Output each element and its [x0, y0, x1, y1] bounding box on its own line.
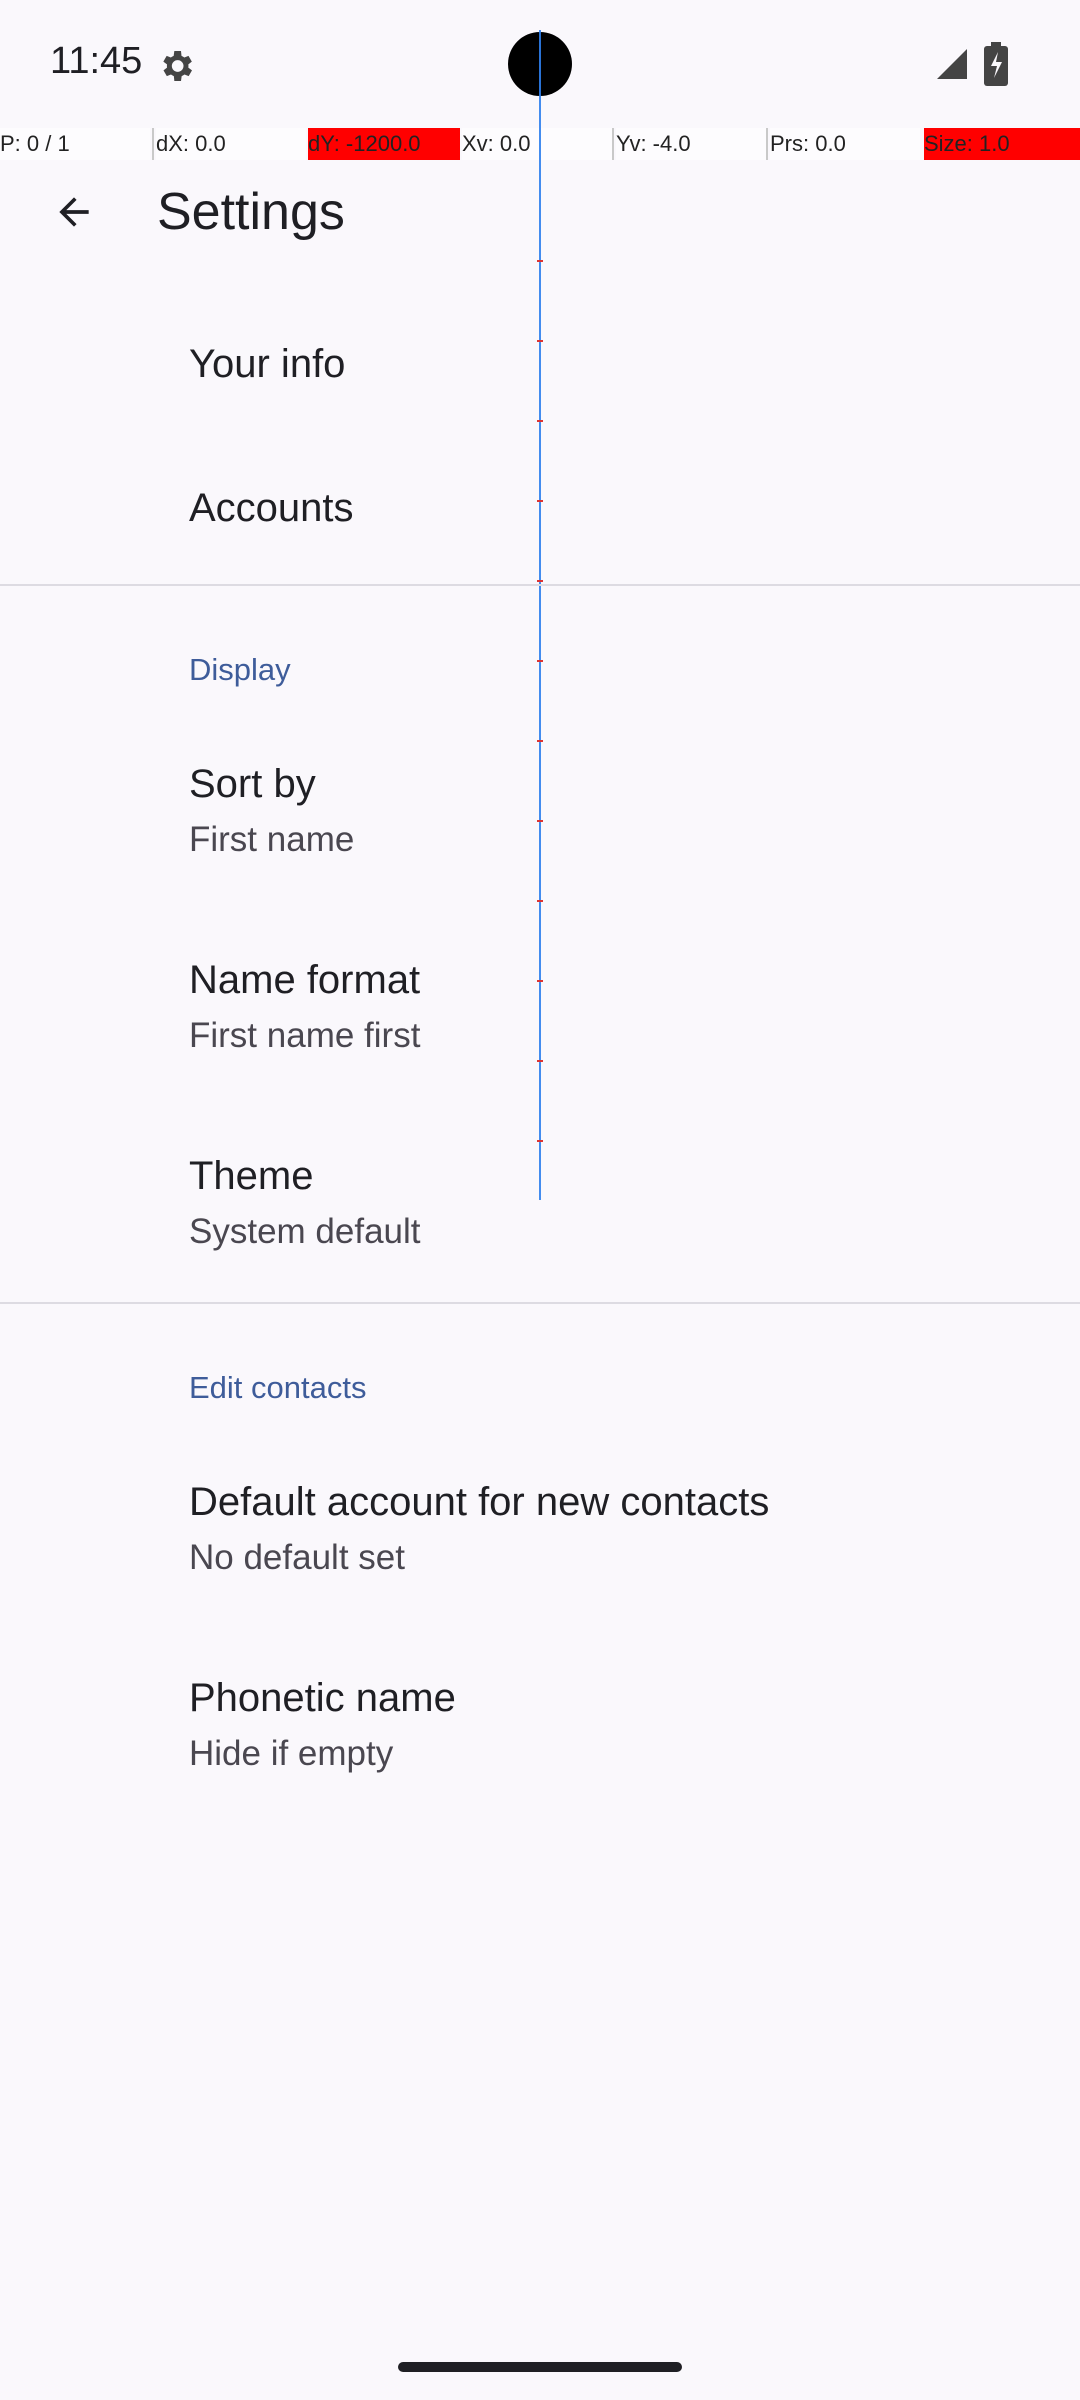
- phonetic-name-item[interactable]: Phonetic name Hide if empty: [0, 1654, 1080, 1844]
- name-format-item[interactable]: Name format First name first: [0, 936, 1080, 1126]
- overlay-prs: Prs: 0.0: [770, 128, 920, 160]
- your-info-label: Your info: [189, 342, 346, 386]
- overlay-size: Size: 1.0: [924, 128, 1080, 160]
- default-account-title: Default account for new contacts: [189, 1480, 770, 1524]
- battery-icon: [984, 42, 1008, 86]
- overlay-divider: [766, 128, 768, 160]
- overlay-dy: dY: -1200.0: [308, 128, 460, 160]
- overlay-yv: Yv: -4.0: [616, 128, 766, 160]
- default-account-item[interactable]: Default account for new contacts No defa…: [0, 1458, 1080, 1648]
- overlay-divider: [612, 128, 614, 160]
- section-divider: [0, 1302, 1080, 1304]
- display-section-header: Display: [189, 652, 291, 687]
- edit-contacts-section-header: Edit contacts: [189, 1370, 367, 1405]
- theme-summary: System default: [189, 1212, 421, 1251]
- overlay-xv: Xv: 0.0: [462, 128, 612, 160]
- cellular-signal-icon: [937, 49, 967, 79]
- name-format-title: Name format: [189, 958, 421, 1002]
- crosshair-tick: [537, 660, 543, 662]
- settings-gear-icon: [163, 51, 192, 81]
- arrow-back-icon: [59, 197, 89, 227]
- status-time: 11:45: [50, 40, 143, 82]
- accounts-label: Accounts: [189, 486, 354, 530]
- default-account-summary: No default set: [189, 1538, 405, 1577]
- back-button[interactable]: [38, 176, 110, 248]
- phonetic-name-summary: Hide if empty: [189, 1734, 394, 1773]
- section-divider: [0, 584, 1080, 586]
- theme-item[interactable]: Theme System default: [0, 1132, 1080, 1292]
- overlay-divider: [152, 128, 154, 160]
- phonetic-name-title: Phonetic name: [189, 1676, 456, 1720]
- overlay-pointer-count: P: 0 / 1: [0, 128, 150, 160]
- gesture-nav-handle[interactable]: [398, 2362, 682, 2372]
- theme-title: Theme: [189, 1154, 314, 1198]
- crosshair-tick: [537, 580, 543, 582]
- sort-by-title: Sort by: [189, 762, 316, 806]
- accounts-item[interactable]: Accounts: [0, 440, 1080, 580]
- overlay-dx: dX: 0.0: [156, 128, 306, 160]
- sort-by-item[interactable]: Sort by First name: [0, 740, 1080, 930]
- sort-by-summary: First name: [189, 820, 355, 859]
- crosshair-tick: [537, 260, 543, 262]
- name-format-summary: First name first: [189, 1016, 421, 1055]
- your-info-item[interactable]: Your info: [0, 300, 1080, 440]
- page-title: Settings: [157, 183, 345, 241]
